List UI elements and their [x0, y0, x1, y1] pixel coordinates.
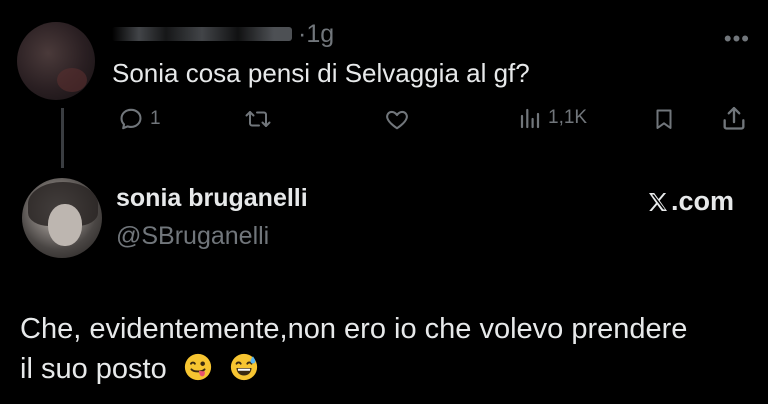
reply-icon [120, 108, 142, 130]
redacted-username [112, 27, 292, 41]
reply-count: 1 [150, 108, 161, 129]
tweet-actions: 1 1,1K [0, 102, 768, 138]
avatar-face [48, 204, 82, 246]
views-button[interactable]: 1,1K [518, 106, 587, 130]
tweet-timestamp[interactable]: 1g [306, 20, 334, 49]
reply-text-line2: il suo posto [20, 353, 167, 385]
heart-icon [386, 110, 408, 130]
x-brand-logo: .com [646, 186, 734, 217]
more-options-icon[interactable]: ••• [724, 26, 750, 52]
reply-author-avatar[interactable] [22, 178, 102, 258]
display-name[interactable]: sonia bruganelli [116, 184, 308, 213]
author-avatar[interactable] [17, 22, 95, 100]
timestamp-separator: · [298, 19, 307, 48]
bookmark-icon [656, 109, 672, 129]
avatar-image [57, 68, 87, 92]
share-button[interactable] [720, 104, 748, 132]
tweet-text: Sonia cosa pensi di Selvaggia al gf? [112, 58, 530, 88]
grinning-sweat-emoji-icon [230, 354, 257, 381]
views-count: 1,1K [548, 107, 588, 128]
retweet-icon [245, 111, 271, 127]
reply-text: Che, evidentemente,non ero io che volevo… [20, 309, 750, 389]
like-button[interactable] [383, 106, 417, 132]
reply-text-line1: Che, evidentemente,non ero io che volevo… [20, 313, 688, 345]
share-icon [723, 106, 745, 130]
reply-button[interactable]: 1 [118, 106, 161, 132]
views-chart-icon [520, 108, 540, 129]
user-handle[interactable]: @SBruganelli [116, 222, 269, 251]
retweet-button[interactable] [244, 106, 278, 132]
bookmark-button[interactable] [652, 106, 676, 132]
winking-tongue-emoji-icon [184, 354, 211, 381]
brand-text: .com [670, 186, 734, 216]
x-logo-icon [648, 192, 667, 211]
tweet-header: · 1g [112, 16, 334, 52]
